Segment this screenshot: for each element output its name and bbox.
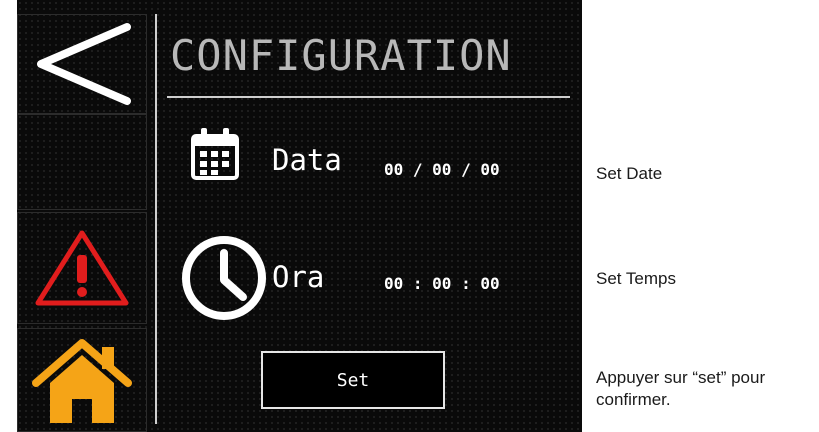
home-icon — [32, 339, 132, 423]
set-time-note: Set Temps — [596, 269, 677, 288]
back-button[interactable] — [17, 14, 147, 114]
set-button[interactable]: Set — [261, 351, 445, 409]
confirm-note-line1: Appuyer sur “set” pour — [596, 368, 766, 387]
time-label: Ora — [272, 260, 325, 294]
time-field[interactable]: 00 : 00 : 00 — [384, 274, 500, 293]
set-date-note: Set Date — [596, 164, 663, 183]
clock-icon — [182, 236, 266, 320]
calendar-icon — [191, 128, 239, 180]
date-label: Data — [272, 143, 342, 177]
warning-button[interactable] — [17, 212, 147, 324]
sidebar-empty-slot — [17, 114, 147, 210]
home-button[interactable] — [17, 328, 147, 432]
separator-vertical — [155, 14, 157, 424]
page-title: CONFIGURATION — [170, 31, 512, 80]
separator-horizontal — [167, 96, 570, 98]
back-arrow-icon — [37, 23, 131, 105]
date-field[interactable]: 00 / 00 / 00 — [384, 160, 500, 179]
confirm-note-line2: confirmer. — [596, 390, 671, 409]
warning-icon — [35, 230, 129, 306]
